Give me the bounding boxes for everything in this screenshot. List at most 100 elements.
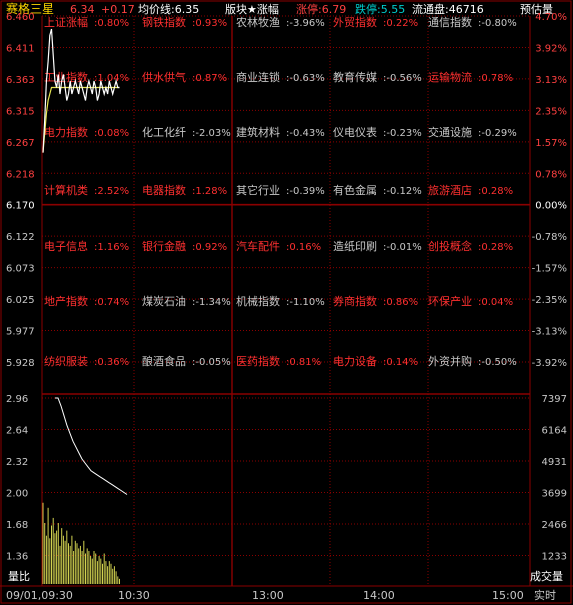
sector-name: 环保产业 [428,294,472,308]
sector-value: :-0.05% [192,357,231,368]
sector-value: :-0.12% [383,186,422,197]
sector-item[interactable]: 医药指数 :0.81% [236,354,321,368]
sector-name: 机械指数 [236,294,280,308]
sector-item[interactable]: 钢铁指数:0.93% [142,15,227,29]
sector-name: 商业连锁 [236,70,280,84]
time-label: 15:00 [492,589,524,602]
sector-item[interactable]: 旅游酒店:0.28% [428,183,513,197]
sector-name: 计算机类 [44,183,88,197]
sector-item[interactable]: 造纸印刷 :-0.01% [333,239,422,253]
sector-item[interactable]: 环保产业 :0.04% [428,294,513,308]
sector-value: :-1.34% [192,297,231,308]
sector-name: 交通设施 [428,125,472,139]
sector-name: 电力指数 [44,125,88,139]
percent-tick-label: 0.00% [535,201,567,212]
sector-item[interactable]: 上证涨幅:0.80% [44,16,129,29]
sector-item[interactable]: 创投概念:0.28% [428,239,513,253]
price-tick-label: 6.315 [6,106,35,117]
sector-item[interactable]: 电子信息:1.16% [44,239,129,253]
sector-item[interactable]: 外贸指数:0.22% [333,15,418,29]
sector-name: 供水供气 [142,70,186,84]
price-tick-label: 6.411 [6,43,35,54]
sector-item[interactable]: 银行金融:0.92% [142,239,227,253]
sector-item[interactable]: 化工化纤:-2.03% [142,125,231,139]
sector-name: 外资并购 [428,354,472,368]
sector-item[interactable]: 外资并购 :-0.50% [428,354,517,368]
time-label: 14:00 [363,589,395,602]
sector-item[interactable]: 地产指数 :0.74% [44,294,129,308]
sector-name: 地产指数 [44,294,88,308]
sector-name: 通信指数 [428,15,472,29]
sector-name: 电力设备 [333,354,377,368]
sector-value: :0.92% [192,242,227,253]
time-label: 13:00 [252,589,284,602]
percent-tick-label: 0.78% [535,169,567,180]
sector-item[interactable]: 有色金属:-0.12% [333,183,422,197]
sector-item[interactable]: 仪电仪表:-0.23% [333,125,422,139]
sector-item[interactable]: 其它行业:-0.39% [236,183,325,197]
percent-tick-label: 3.92% [535,43,567,54]
sector-value: :-0.01% [383,242,422,253]
sector-name: 建筑材料 [236,125,280,139]
percent-tick-label: 3.13% [535,75,567,86]
sector-item[interactable]: 商业连锁 :-0.63% [236,70,325,84]
percent-tick-label: -3.92% [532,358,567,369]
percent-tick-label: -3.13% [532,327,567,338]
sector-item[interactable]: 机械指数 :-1.10% [236,294,325,308]
sector-value: :-0.39% [286,186,325,197]
sector-item[interactable]: 电器指数:1.28% [142,183,227,197]
sector-item[interactable]: 教育传媒:-0.56% [333,70,422,84]
sector-value: :0.08% [94,128,129,139]
sector-item[interactable]: 券商指数 :0.86% [333,294,418,308]
sector-value: :0.74% [94,297,129,308]
sector-value: :-0.63% [286,73,325,84]
sector-item[interactable]: 煤炭石油 :-1.34% [142,294,231,308]
sector-value: :-0.50% [478,357,517,368]
sector-item[interactable]: 运输物流:0.78% [428,70,513,84]
sector-item[interactable]: 交通设施 :-0.29% [428,125,517,139]
sector-item[interactable]: 汽车配件:0.16% [236,239,321,253]
price-tick-label: 5.977 [6,327,35,338]
sector-item[interactable]: 电力设备:0.14% [333,354,418,368]
sector-item[interactable]: 建筑材料:-0.43% [236,125,325,139]
sector-item[interactable]: 供水供气:0.87% [142,70,227,84]
sector-name: 上证涨幅 [44,16,88,29]
sector-item[interactable]: 农林牧渔:-3.96% [236,15,325,29]
sector-value: :0.04% [478,297,513,308]
sector-name: 煤炭石油 [142,294,186,308]
percent-tick-label: 4.70% [535,12,567,23]
sector-name: 造纸印刷 [333,239,377,253]
sector-value: :0.81% [286,357,321,368]
percent-tick-label: -0.78% [532,232,567,243]
sector-name: 电子信息 [44,239,88,253]
sector-value: :0.16% [286,242,321,253]
volume-ratio-tick: 1.68 [6,520,28,531]
limit-up: 涨停:6.79 [296,2,346,16]
volume-ratio-tick: 2.64 [6,426,28,437]
sector-value: :-1.10% [286,297,325,308]
sector-item[interactable]: 计算机类 :2.52% [44,183,129,197]
sector-name: 医药指数 [236,354,280,368]
volume-tick: 6164 [542,426,567,437]
sector-item[interactable]: 通信指数:-0.80% [428,15,517,29]
sector-item[interactable]: 酿酒食品:-0.05% [142,354,231,368]
price-series [42,28,128,495]
sector-value: :2.52% [94,186,129,197]
volume-ratio-tick: 1.36 [6,552,28,563]
sector-item[interactable]: 纺织服装:0.36% [44,354,129,368]
sector-name: 券商指数 [333,294,377,308]
price-tick-label: 6.460 [6,12,35,23]
sector-value: :-0.29% [478,128,517,139]
realtime-label: 实时 [534,588,556,602]
sector-value: :1.28% [192,186,227,197]
volume-title: 成交量 [530,569,563,583]
avg-price-label: 均价线:6.35 [138,2,199,16]
sector-value: :-3.96% [286,18,325,29]
sector-value: :0.86% [383,297,418,308]
sector-label: 版块★涨幅 [225,2,279,16]
sector-item[interactable]: 电力指数 :0.08% [44,125,129,139]
intraday-chart[interactable]: 赛格三星 6.34 +0.17 均价线:6.35 版块★涨幅 涨停:6.79 跌… [0,0,573,605]
sector-value: :0.28% [478,242,513,253]
sector-value: :0.78% [478,73,513,84]
avg-price-line [42,86,120,153]
